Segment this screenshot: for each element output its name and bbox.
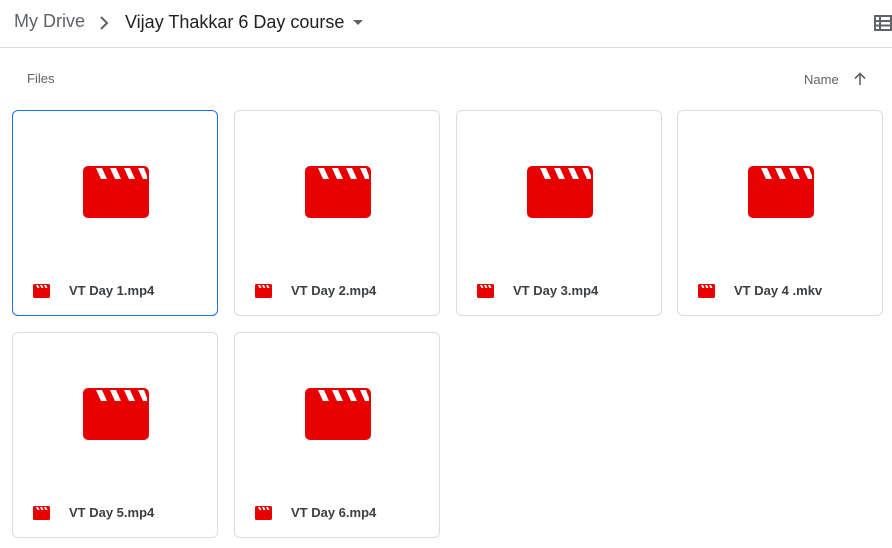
file-name: VT Day 4 .mkv — [734, 283, 823, 298]
files-section-heading: Files — [27, 71, 55, 86]
file-name: VT Day 3.mp4 — [513, 283, 599, 298]
file-card-footer: VT Day 2.mp4 — [235, 269, 439, 315]
breadcrumb-current-folder[interactable]: Vijay Thakkar 6 Day course — [120, 6, 370, 38]
file-card-footer: VT Day 6.mp4 — [235, 491, 439, 537]
video-file-icon — [255, 506, 272, 520]
file-thumbnail — [235, 111, 439, 271]
file-card[interactable]: VT Day 6.mp4 — [234, 332, 440, 538]
file-thumbnail — [235, 333, 439, 493]
file-card[interactable]: VT Day 5.mp4 — [12, 332, 218, 538]
chevron-right-icon — [97, 14, 111, 32]
video-file-icon — [255, 284, 272, 298]
file-card-footer: VT Day 1.mp4 — [13, 269, 217, 315]
breadcrumb-my-drive[interactable]: My Drive — [14, 11, 85, 32]
arrow-up-icon[interactable] — [853, 72, 867, 86]
video-clapperboard-icon — [527, 166, 593, 218]
top-bar: My Drive Vijay Thakkar 6 Day course — [0, 0, 892, 48]
video-clapperboard-icon — [83, 166, 149, 218]
file-thumbnail — [13, 333, 217, 493]
caret-down-icon — [352, 16, 364, 28]
video-file-icon — [698, 284, 715, 298]
file-thumbnail — [457, 111, 661, 271]
video-clapperboard-icon — [305, 166, 371, 218]
file-name: VT Day 5.mp4 — [69, 505, 155, 520]
file-card-footer: VT Day 4 .mkv — [678, 269, 882, 315]
list-view-icon[interactable] — [873, 12, 892, 34]
video-file-icon — [477, 284, 494, 298]
file-name: VT Day 2.mp4 — [291, 283, 377, 298]
file-thumbnail — [13, 111, 217, 271]
video-file-icon — [33, 506, 50, 520]
sort-by-name-button[interactable]: Name — [798, 64, 873, 94]
file-name: VT Day 6.mp4 — [291, 505, 377, 520]
video-clapperboard-icon — [83, 388, 149, 440]
file-name: VT Day 1.mp4 — [69, 283, 155, 298]
file-card[interactable]: VT Day 3.mp4 — [456, 110, 662, 316]
file-card[interactable]: VT Day 4 .mkv — [677, 110, 883, 316]
current-folder-label: Vijay Thakkar 6 Day course — [125, 11, 345, 32]
file-thumbnail — [678, 111, 882, 271]
video-clapperboard-icon — [748, 166, 814, 218]
file-card-footer: VT Day 3.mp4 — [457, 269, 661, 315]
video-clapperboard-icon — [305, 388, 371, 440]
file-card[interactable]: VT Day 1.mp4 — [12, 110, 218, 316]
video-file-icon — [33, 284, 50, 298]
file-card[interactable]: VT Day 2.mp4 — [234, 110, 440, 316]
file-card-footer: VT Day 5.mp4 — [13, 491, 217, 537]
sort-label: Name — [804, 71, 839, 87]
